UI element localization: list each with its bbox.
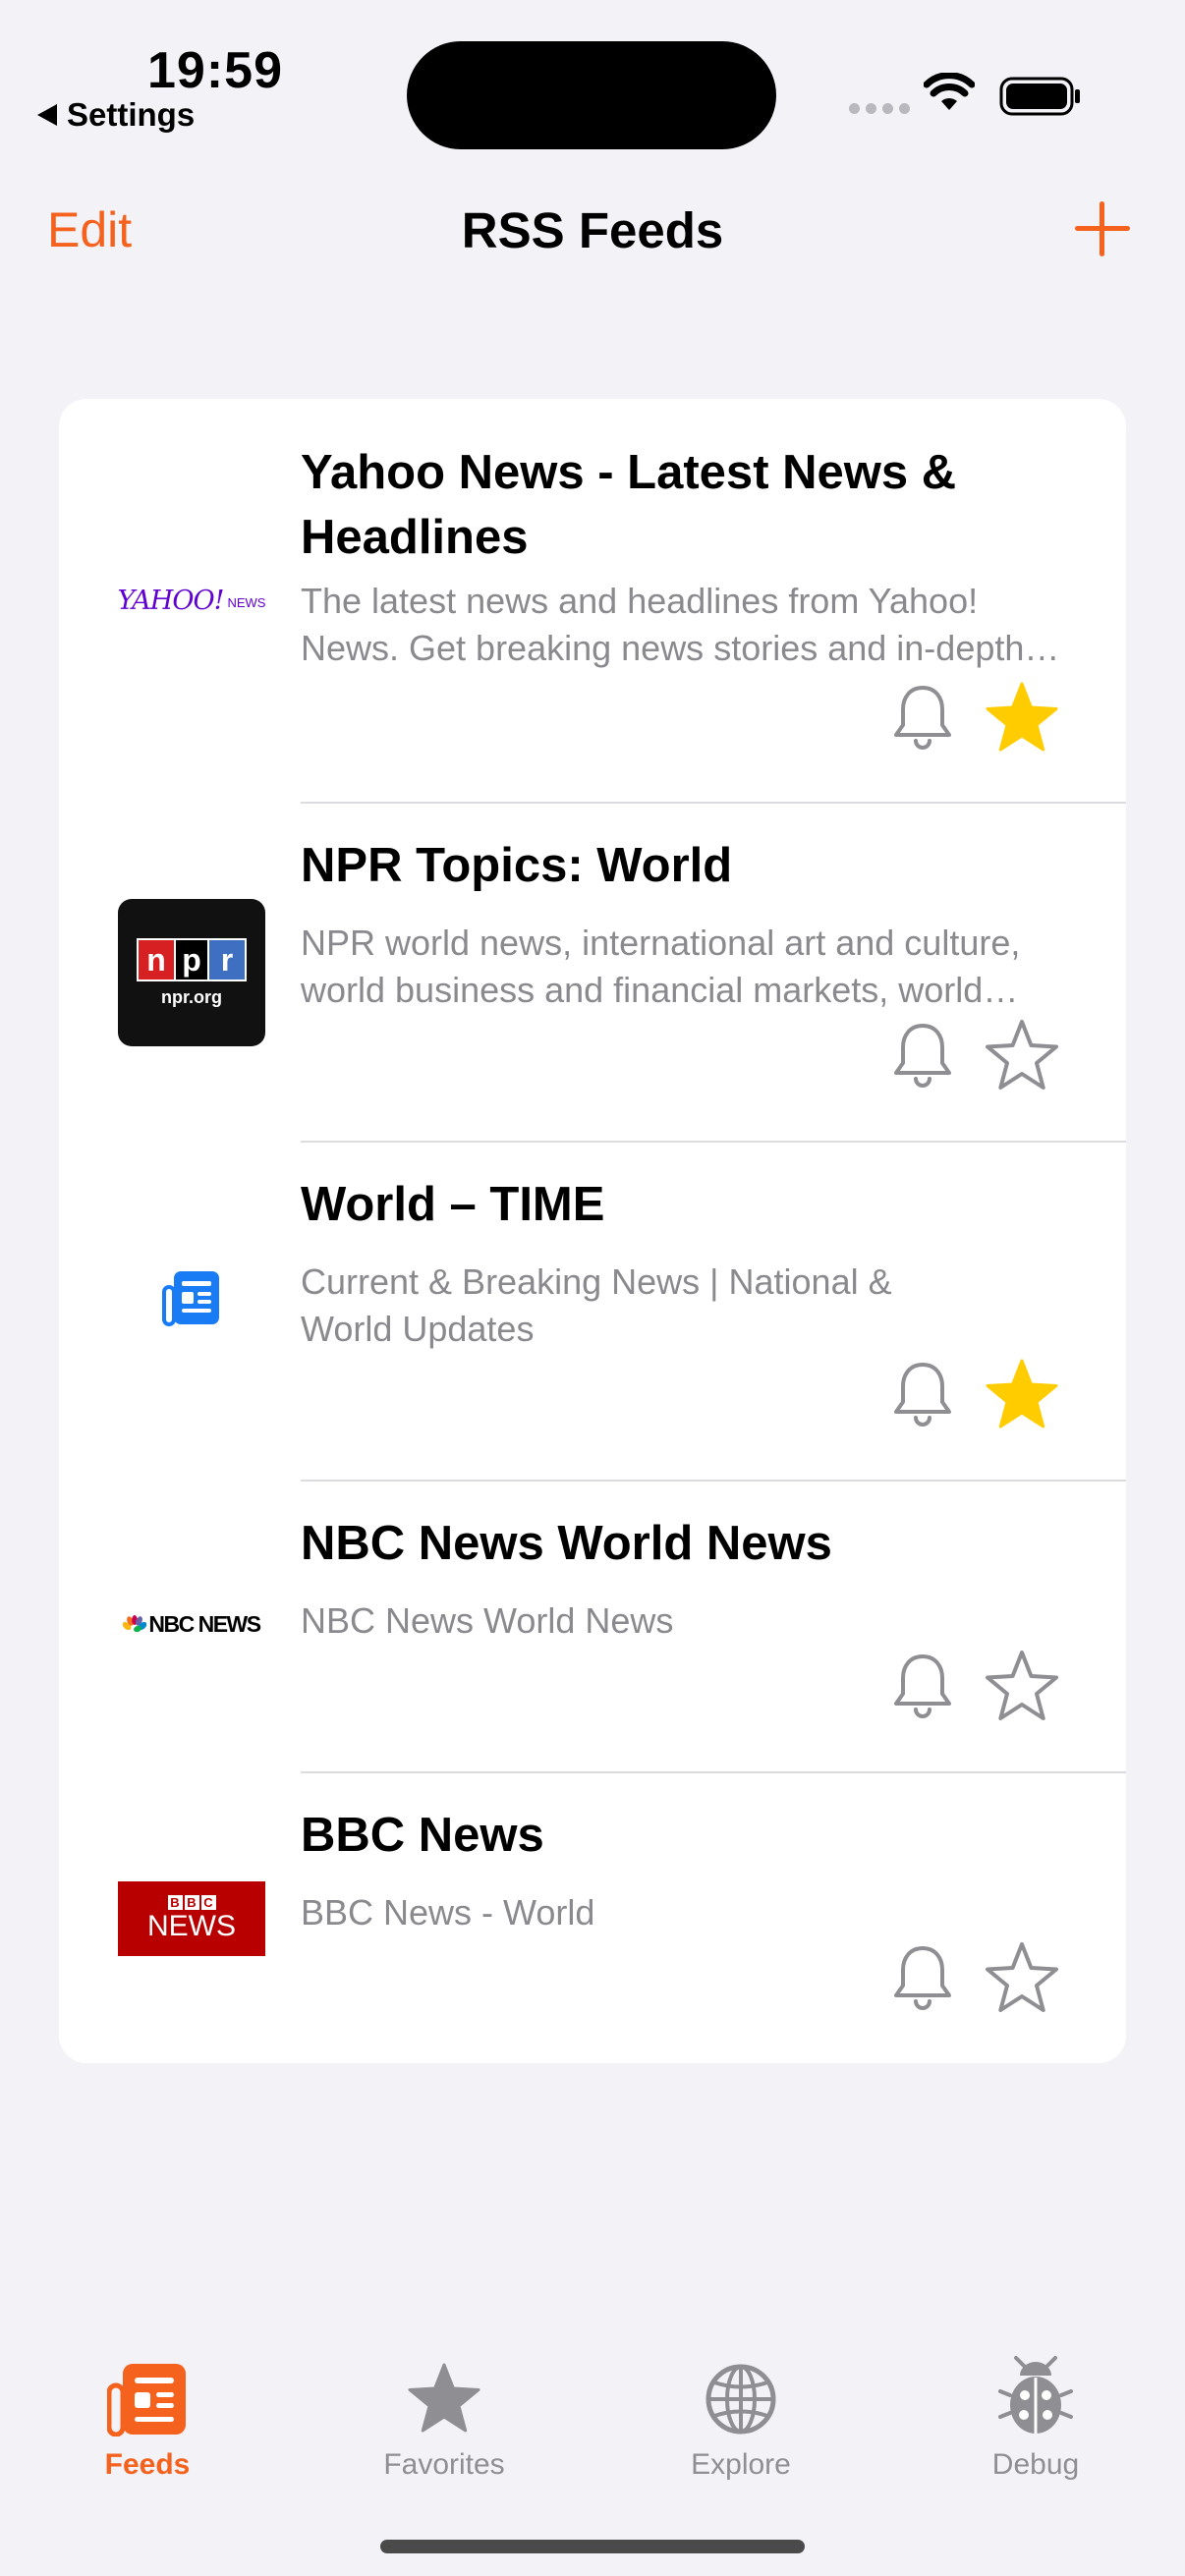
feed-row[interactable]: n p r npr.org NPR Topics: World NPR worl…: [59, 804, 1126, 1143]
feed-row[interactable]: World – TIME Current & Breaking News | N…: [59, 1143, 1126, 1482]
bell-icon[interactable]: [888, 1020, 957, 1089]
battery-icon: [999, 77, 1080, 116]
status-time: 19:59: [147, 42, 283, 99]
feed-title: NPR Topics: World: [301, 839, 733, 892]
tab-favorites[interactable]: Favorites: [336, 2348, 552, 2482]
wifi-icon: [924, 73, 975, 110]
newspaper-icon: [107, 2364, 186, 2436]
yahoo-news-logo: YAHOO! NEWS: [117, 585, 266, 616]
star-outline-icon[interactable]: [985, 1940, 1059, 2015]
tab-bar: Feeds Favorites Explore Debug: [0, 2309, 1185, 2576]
dynamic-island: [407, 41, 776, 149]
feed-description: NPR world news, international art and cu…: [301, 923, 1021, 1010]
feed-description: The latest news and headlines from Yahoo…: [301, 581, 1025, 668]
bell-icon[interactable]: [888, 1942, 957, 2011]
status-bar: 19:59 Settings: [0, 0, 1185, 149]
star-filled-icon[interactable]: [985, 1357, 1059, 1431]
npr-logo: n p r npr.org: [118, 899, 265, 1046]
bell-icon[interactable]: [888, 1359, 957, 1428]
tab-label: Feeds: [104, 2448, 191, 2481]
back-triangle-icon: [37, 104, 57, 126]
tab-feeds[interactable]: Feeds: [39, 2348, 255, 2482]
globe-icon: [705, 2364, 776, 2435]
bbc-news-logo: B B C NEWS: [118, 1881, 265, 1956]
cellular-signal-icon: [849, 103, 910, 114]
bell-icon[interactable]: [888, 682, 957, 751]
bell-icon[interactable]: [888, 1651, 957, 1719]
star-filled-icon[interactable]: [985, 680, 1059, 755]
page-title: RSS Feeds: [461, 202, 724, 258]
tab-label: Explore: [691, 2448, 791, 2481]
feed-list: YAHOO! NEWS Yahoo News - Latest News & H…: [59, 399, 1126, 2063]
feed-row[interactable]: NBC NEWS NBC News World News NBC News Wo…: [59, 1482, 1126, 1773]
star-icon: [408, 2363, 480, 2433]
star-outline-icon[interactable]: [985, 1018, 1059, 1092]
edit-button[interactable]: Edit: [47, 201, 132, 258]
feed-description: BBC News - World: [301, 1892, 595, 1932]
tab-label: Favorites: [383, 2448, 505, 2481]
tab-explore[interactable]: Explore: [633, 2348, 849, 2482]
star-outline-icon[interactable]: [985, 1649, 1059, 1723]
newspaper-icon: [118, 1259, 265, 1337]
feed-row[interactable]: B B C NEWS BBC News BBC News - World: [59, 1773, 1126, 2063]
feed-row[interactable]: YAHOO! NEWS Yahoo News - Latest News & H…: [59, 399, 1126, 804]
feed-description: NBC News World News: [301, 1600, 674, 1641]
back-app-label: Settings: [67, 96, 196, 133]
back-to-app-button[interactable]: Settings: [37, 96, 195, 134]
tab-label: Debug: [991, 2448, 1080, 2481]
ladybug-icon: [998, 2356, 1073, 2434]
nbc-news-logo: NBC NEWS: [118, 1599, 265, 1649]
feed-title: Yahoo News - Latest News & Headlines: [301, 446, 957, 564]
feed-title: NBC News World News: [301, 1517, 832, 1570]
feed-description: Current & Breaking News | National & Wor…: [301, 1261, 892, 1349]
home-indicator[interactable]: [380, 2540, 805, 2553]
feed-title: BBC News: [301, 1809, 544, 1862]
tab-debug[interactable]: Debug: [928, 2348, 1144, 2482]
add-feed-button[interactable]: [1075, 201, 1130, 256]
feed-title: World – TIME: [301, 1178, 605, 1231]
